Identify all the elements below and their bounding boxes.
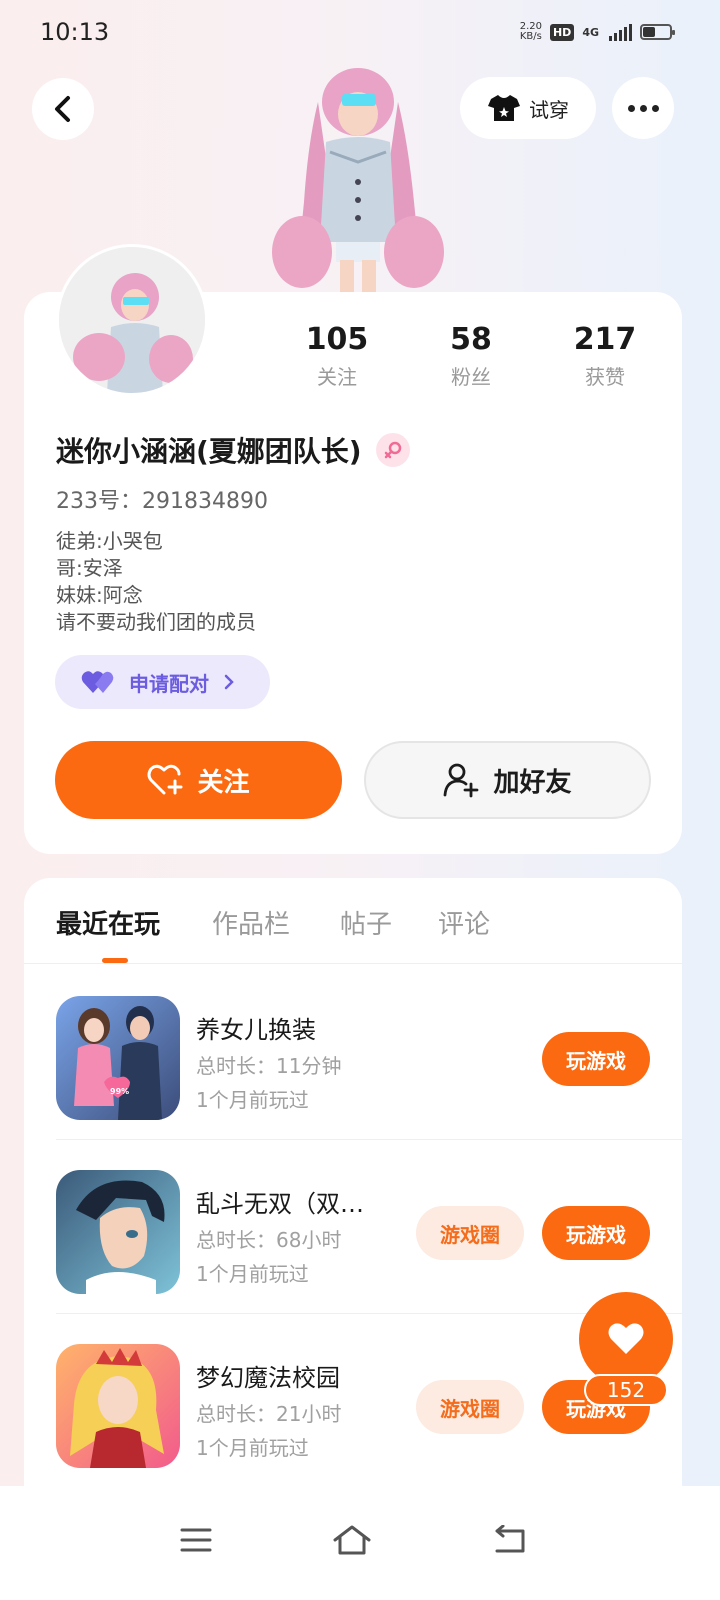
profile-tabs: 最近在玩 作品栏 帖子 评论 bbox=[24, 878, 682, 964]
game-circle-button[interactable]: 游戏圈 bbox=[416, 1380, 524, 1434]
bio-line: 哥:安泽 bbox=[56, 556, 123, 580]
like-count: 152 bbox=[584, 1374, 668, 1406]
stat-value: 217 bbox=[573, 322, 637, 357]
tab-works[interactable]: 作品栏 bbox=[212, 904, 290, 941]
apply-pair-label: 申请配对 bbox=[129, 671, 209, 696]
game-total-time: 总时长：68小时 bbox=[196, 1228, 342, 1252]
add-friend-label: 加好友 bbox=[493, 767, 572, 798]
status-icons: 2.20 KB/s HD 4G bbox=[519, 21, 675, 42]
tab-recent-play[interactable]: 最近在玩 bbox=[56, 904, 160, 941]
stat-fans[interactable]: 58 粉丝 bbox=[404, 322, 538, 390]
user-id: 233号：291834890 bbox=[56, 489, 268, 514]
stat-value: 58 bbox=[450, 322, 492, 357]
games-card: 最近在玩 作品栏 帖子 评论 99% 养女儿换装 总时长：11分钟 1个月前玩过… bbox=[24, 878, 682, 1498]
game-total-time: 总时长：21小时 bbox=[196, 1402, 342, 1426]
game-title: 梦幻魔法校园 bbox=[196, 1364, 340, 1392]
game-total-time: 总时长：11分钟 bbox=[196, 1054, 342, 1078]
game-row[interactable]: 乱斗无双（双… 总时长：68小时 1个月前玩过 游戏圈 玩游戏 bbox=[24, 1140, 682, 1314]
stat-label: 粉丝 bbox=[451, 365, 491, 389]
try-on-label: 试穿 bbox=[529, 97, 569, 122]
network-type: 4G bbox=[582, 25, 599, 39]
tab-active-indicator bbox=[102, 958, 128, 963]
system-nav-bar bbox=[0, 1486, 720, 1600]
bio-line: 徒弟:小哭包 bbox=[56, 529, 163, 553]
more-dots-icon bbox=[627, 104, 659, 112]
return-button[interactable] bbox=[480, 1510, 540, 1570]
tab-comments[interactable]: 评论 bbox=[438, 904, 490, 941]
game-icon[interactable] bbox=[56, 1170, 180, 1294]
stat-following[interactable]: 105 关注 bbox=[270, 322, 404, 390]
net-speed: 2.20 KB/s bbox=[519, 21, 542, 42]
status-bar: 10:13 2.20 KB/s HD 4G bbox=[0, 0, 720, 66]
bio-line: 请不要动我们团的成员 bbox=[56, 610, 256, 634]
game-icon[interactable]: 99% bbox=[56, 996, 180, 1120]
game-title: 养女儿换装 bbox=[196, 1016, 316, 1044]
game-row[interactable]: 99% 养女儿换装 总时长：11分钟 1个月前玩过 玩游戏 bbox=[24, 966, 682, 1140]
back-arrow-icon bbox=[55, 96, 70, 122]
signal-icon bbox=[609, 23, 632, 41]
profile-stats: 105 关注 58 粉丝 217 获赞 bbox=[270, 322, 680, 390]
bio: 徒弟:小哭包 哥:安泽 妹妹:阿念 请不要动我们团的成员 bbox=[56, 528, 256, 636]
add-friend-button[interactable]: 加好友 bbox=[364, 741, 651, 819]
game-last-played: 1个月前玩过 bbox=[196, 1088, 309, 1112]
play-game-button[interactable]: 玩游戏 bbox=[542, 1206, 650, 1260]
tab-posts[interactable]: 帖子 bbox=[340, 904, 392, 941]
return-icon bbox=[495, 1525, 525, 1553]
follow-button[interactable]: 关注 bbox=[55, 741, 342, 819]
stat-value: 105 bbox=[305, 322, 369, 357]
menu-button[interactable] bbox=[166, 1510, 226, 1570]
game-last-played: 1个月前玩过 bbox=[196, 1436, 309, 1460]
nickname-text: 迷你小涵涵(夏娜团队长) bbox=[56, 435, 362, 468]
status-time: 10:13 bbox=[40, 18, 110, 46]
hd-icon: HD bbox=[549, 23, 575, 41]
game-last-played: 1个月前玩过 bbox=[196, 1262, 309, 1286]
game-icon[interactable] bbox=[56, 1344, 180, 1468]
try-on-button[interactable]: 试穿 bbox=[460, 77, 596, 139]
avatar-character-figure bbox=[272, 68, 444, 294]
apply-pair-button[interactable]: 申请配对 bbox=[55, 655, 270, 709]
battery-icon bbox=[640, 24, 675, 40]
home-icon bbox=[333, 1525, 371, 1555]
home-button[interactable] bbox=[322, 1510, 382, 1570]
game-circle-button[interactable]: 游戏圈 bbox=[416, 1206, 524, 1260]
stat-label: 关注 bbox=[317, 365, 357, 389]
like-button[interactable] bbox=[579, 1292, 673, 1386]
avatar[interactable] bbox=[56, 244, 208, 396]
menu-icon bbox=[180, 1528, 212, 1552]
stat-likes[interactable]: 217 获赞 bbox=[538, 322, 672, 390]
heart-plus-icon bbox=[147, 764, 183, 795]
game-icon-badge: 99% bbox=[110, 1087, 130, 1096]
more-button[interactable] bbox=[612, 77, 674, 139]
chevron-right-icon bbox=[224, 674, 234, 690]
nickname: 迷你小涵涵(夏娜团队长) bbox=[56, 430, 410, 470]
play-game-button[interactable]: 玩游戏 bbox=[542, 1032, 650, 1086]
double-heart-icon bbox=[81, 671, 114, 693]
female-icon bbox=[375, 433, 410, 467]
avatar-image bbox=[59, 247, 205, 393]
heart-icon bbox=[608, 1323, 644, 1354]
add-user-icon bbox=[444, 763, 479, 798]
tshirt-icon bbox=[488, 95, 520, 121]
stat-label: 获赞 bbox=[585, 365, 625, 389]
follow-label: 关注 bbox=[197, 767, 250, 798]
bio-line: 妹妹:阿念 bbox=[56, 583, 143, 607]
back-button[interactable] bbox=[32, 78, 94, 140]
game-title: 乱斗无双（双… bbox=[196, 1190, 364, 1218]
